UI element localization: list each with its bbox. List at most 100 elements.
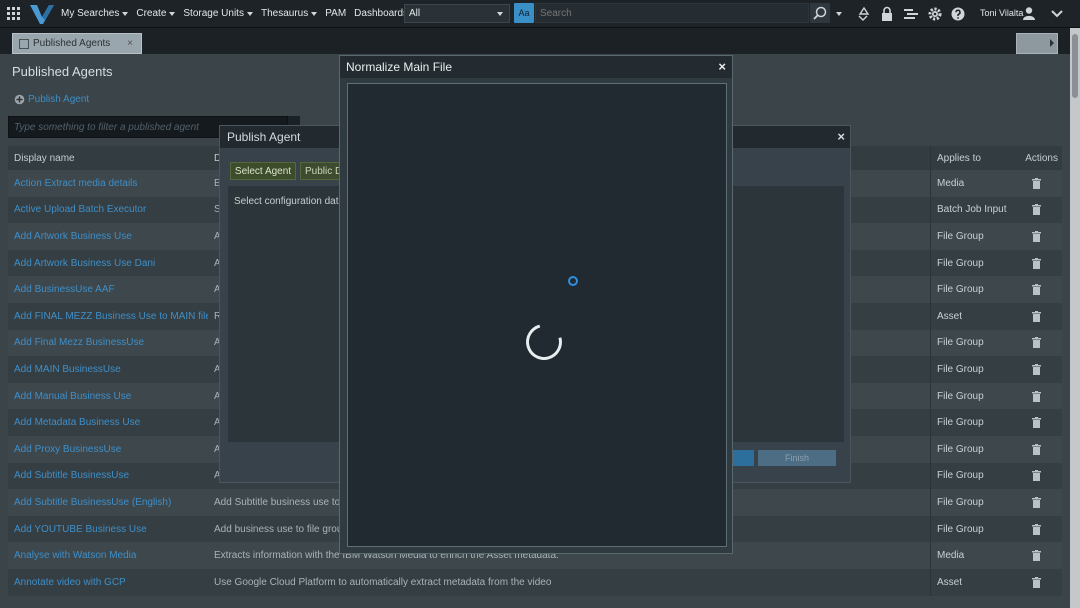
- agent-name-link[interactable]: Add BusinessUse AAF: [8, 284, 208, 295]
- normalize-main-file-dialog: Normalize Main File ×: [339, 55, 733, 554]
- global-search-input[interactable]: [535, 3, 809, 23]
- close-icon[interactable]: ×: [837, 129, 845, 144]
- configuration-hint: Select configuration data: [234, 196, 345, 207]
- publish-agent-link[interactable]: Publish Agent: [14, 94, 89, 105]
- main-menu: My Searches Create Storage Units Thesaur…: [57, 0, 421, 28]
- delete-icon[interactable]: [1010, 496, 1062, 508]
- menu-label: PAM: [325, 8, 347, 19]
- delete-icon[interactable]: [1010, 284, 1062, 296]
- user-avatar-icon[interactable]: [1022, 6, 1036, 20]
- menu-create[interactable]: Create: [132, 0, 179, 28]
- tab-overflow-button[interactable]: [1016, 33, 1058, 54]
- page-title: Published Agents: [12, 64, 113, 79]
- menu-storage-units[interactable]: Storage Units: [179, 0, 257, 28]
- chevron-down-icon: [497, 12, 503, 16]
- top-navigation-bar: My Searches Create Storage Units Thesaur…: [0, 0, 1080, 28]
- trash-icon: [1031, 523, 1041, 535]
- close-icon[interactable]: ×: [718, 59, 726, 74]
- delete-icon[interactable]: [1010, 470, 1062, 482]
- menu-label: Storage Units: [183, 8, 244, 19]
- delete-icon[interactable]: [1010, 363, 1062, 375]
- agent-name-link[interactable]: Active Upload Batch Executor: [8, 204, 208, 215]
- agent-name-link[interactable]: Add MAIN BusinessUse: [8, 364, 208, 375]
- menu-pam[interactable]: PAM: [321, 0, 350, 28]
- agent-name-link[interactable]: Add Metadata Business Use: [8, 417, 208, 428]
- agent-applies-to: File Group: [930, 223, 1010, 250]
- loading-spinner-icon: [519, 317, 569, 367]
- trash-icon: [1031, 576, 1041, 588]
- close-tab-icon[interactable]: ×: [127, 38, 133, 49]
- search-button[interactable]: [810, 3, 830, 23]
- chevron-down-icon: [311, 11, 318, 16]
- delete-icon[interactable]: [1010, 204, 1062, 216]
- tab-select-agent[interactable]: Select Agent: [230, 162, 296, 180]
- publish-icon: [14, 94, 25, 105]
- agent-name-link[interactable]: Add Artwork Business Use Dani: [8, 258, 208, 269]
- trash-icon: [1031, 550, 1041, 562]
- trash-icon: [1031, 257, 1041, 269]
- agent-name-link[interactable]: Add Subtitle BusinessUse (English): [8, 497, 208, 508]
- menu-thesaurus[interactable]: Thesaurus: [257, 0, 321, 28]
- delete-icon[interactable]: [1010, 390, 1062, 402]
- help-icon[interactable]: [950, 6, 966, 22]
- delete-icon[interactable]: [1010, 230, 1062, 242]
- delete-icon[interactable]: [1010, 576, 1062, 588]
- menu-my-searches[interactable]: My Searches: [57, 0, 132, 28]
- agent-name-link[interactable]: Annotate video with GCP: [8, 577, 208, 588]
- recycle-icon[interactable]: [856, 6, 872, 22]
- agent-name-link[interactable]: Add FINAL MEZZ Business Use to MAIN file: [8, 311, 208, 322]
- delete-icon[interactable]: [1010, 523, 1062, 535]
- agent-applies-to: File Group: [930, 249, 1010, 277]
- delete-icon[interactable]: [1010, 417, 1062, 429]
- trash-icon: [1031, 363, 1041, 375]
- user-name[interactable]: Toni Vilalta: [980, 8, 1023, 18]
- agent-name-link[interactable]: Add Subtitle BusinessUse: [8, 470, 208, 481]
- finish-button[interactable]: Finish: [758, 450, 836, 466]
- agent-applies-to: Media: [930, 170, 1010, 197]
- agent-name-link[interactable]: Action Extract media details: [8, 178, 208, 189]
- publish-agent-label: Publish Agent: [28, 94, 90, 105]
- trash-icon: [1031, 390, 1041, 402]
- agent-applies-to: File Group: [930, 462, 1010, 490]
- delete-icon[interactable]: [1010, 310, 1062, 322]
- delete-icon[interactable]: [1010, 177, 1062, 189]
- menu-label: Create: [136, 8, 167, 19]
- agent-applies-to: Asset: [930, 568, 1010, 596]
- case-sensitive-toggle[interactable]: Aa: [514, 3, 534, 23]
- delete-icon[interactable]: [1010, 550, 1062, 562]
- agent-applies-to: File Group: [930, 515, 1010, 543]
- agent-name-link[interactable]: Add Final Mezz BusinessUse: [8, 337, 208, 348]
- app-logo[interactable]: [29, 3, 55, 25]
- agent-name-link[interactable]: Add Manual Business Use: [8, 391, 208, 402]
- dialog-title: Normalize Main File: [346, 60, 453, 74]
- tasks-icon[interactable]: [903, 6, 919, 22]
- agent-applies-to: File Group: [930, 435, 1010, 463]
- chevron-down-icon: [1051, 10, 1063, 18]
- agent-name-link[interactable]: Add YOUTUBE Business Use: [8, 524, 208, 535]
- agent-applies-to: File Group: [930, 489, 1010, 516]
- tab-icon: [19, 38, 29, 49]
- app-grid-icon[interactable]: [3, 0, 25, 28]
- page-scrollbar[interactable]: [1070, 28, 1080, 608]
- tab-published-agents[interactable]: Published Agents ×: [12, 33, 142, 54]
- agent-name-link[interactable]: Add Proxy BusinessUse: [8, 444, 208, 455]
- delete-icon[interactable]: [1010, 337, 1062, 349]
- column-header-display-name[interactable]: Display name: [8, 153, 208, 164]
- scope-value: All: [409, 8, 421, 19]
- delete-icon[interactable]: [1010, 443, 1062, 455]
- user-menu-toggle[interactable]: [1044, 3, 1070, 25]
- menu-label: Dashboards: [354, 8, 409, 19]
- search-options-chevron-icon[interactable]: [836, 12, 842, 16]
- search-scope-select[interactable]: All: [404, 4, 510, 23]
- lock-icon[interactable]: [879, 6, 895, 22]
- delete-icon[interactable]: [1010, 257, 1062, 269]
- column-header-applies-to[interactable]: Applies to: [930, 146, 1010, 170]
- trash-icon: [1031, 230, 1041, 242]
- agent-name-link[interactable]: Analyse with Watson Media: [8, 550, 208, 561]
- trash-icon: [1031, 177, 1041, 189]
- scrollbar-thumb[interactable]: [1072, 34, 1078, 98]
- agent-name-link[interactable]: Add Artwork Business Use: [8, 231, 208, 242]
- gear-icon[interactable]: [927, 6, 943, 22]
- table-row[interactable]: Annotate video with GCP Use Google Cloud …: [8, 568, 1062, 596]
- tab-strip: Published Agents ×: [0, 28, 1070, 54]
